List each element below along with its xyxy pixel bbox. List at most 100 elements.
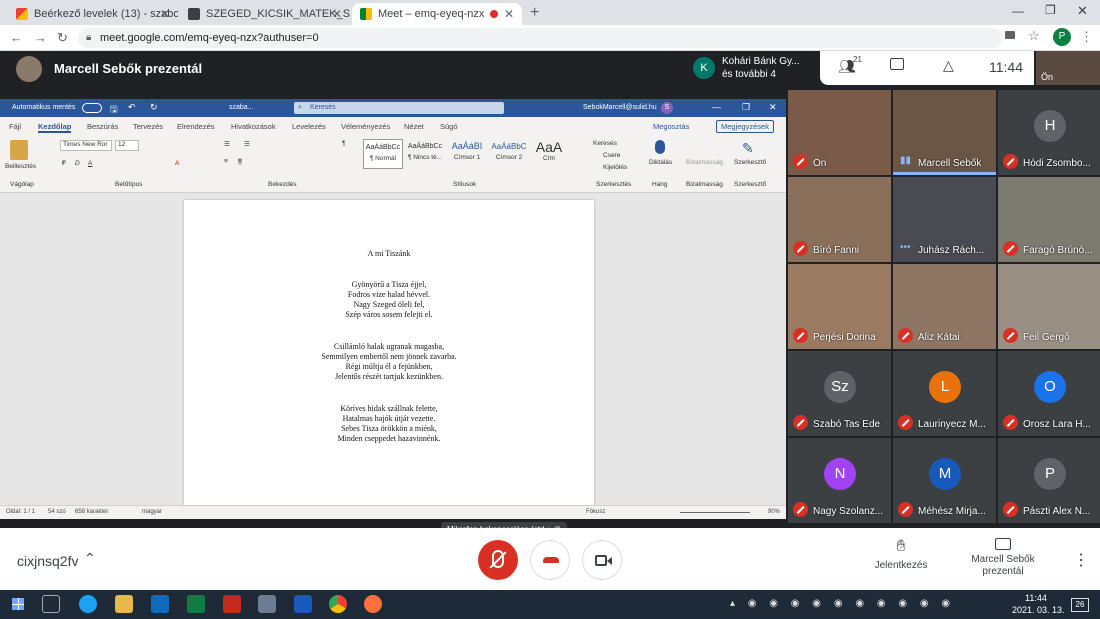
undo-icon[interactable]: ↶ bbox=[128, 102, 136, 113]
replace-button[interactable]: Csere bbox=[603, 152, 620, 159]
zoom-level[interactable]: 90% bbox=[768, 509, 780, 515]
show-marks-icon[interactable]: ¶ bbox=[342, 140, 346, 147]
tile-participant[interactable]: Perjési Dorina bbox=[788, 264, 891, 349]
back-button[interactable]: ← bbox=[10, 30, 23, 45]
tab-gmail[interactable]: Beérkező levelek (13) - szabone... ✕ bbox=[8, 3, 178, 25]
pinned-participant[interactable]: K Kohári Bánk Gy... és további 4 bbox=[688, 51, 818, 87]
tile-presenter[interactable]: ▮▮ Marcell Sebők bbox=[893, 90, 996, 175]
tab-layout[interactable]: Elrendezés bbox=[177, 122, 215, 131]
browser-menu-icon[interactable]: ⋮ bbox=[1080, 29, 1093, 45]
tile-participant[interactable]: N Nagy Szolanz... bbox=[788, 438, 891, 523]
tab-insert[interactable]: Beszúrás bbox=[87, 122, 118, 131]
paste-label[interactable]: Beillesztés bbox=[5, 163, 36, 170]
tile-participant[interactable]: L Laurinyecz M... bbox=[893, 351, 996, 436]
restore-button[interactable]: ❐ bbox=[742, 102, 750, 113]
tile-participant[interactable]: Faragó Brúnó... bbox=[998, 177, 1100, 262]
tile-participant[interactable]: P Pászti Alex N... bbox=[998, 438, 1100, 523]
minimize-button[interactable]: — bbox=[712, 102, 721, 112]
tile-participant[interactable]: O Orosz Lara H... bbox=[998, 351, 1100, 436]
close-icon[interactable]: ✕ bbox=[160, 7, 170, 21]
paste-icon[interactable] bbox=[10, 140, 28, 160]
tile-participant[interactable]: Aliz Kátai bbox=[893, 264, 996, 349]
editor-label[interactable]: Szerkesztő bbox=[734, 159, 766, 166]
app-icon[interactable] bbox=[223, 595, 241, 613]
mic-toggle-button[interactable] bbox=[478, 540, 518, 580]
leave-call-button[interactable] bbox=[530, 540, 570, 580]
sensitivity-label[interactable]: Bizalmasság bbox=[686, 159, 723, 166]
share-button[interactable]: Megosztás bbox=[653, 122, 689, 131]
find-button[interactable]: Keresés bbox=[593, 140, 617, 147]
close-icon[interactable]: ✕ bbox=[504, 7, 514, 21]
file-explorer-icon[interactable] bbox=[115, 595, 133, 613]
font-color-button[interactable]: A bbox=[175, 160, 179, 167]
font-size-field[interactable]: 12 bbox=[115, 140, 139, 151]
chevron-up-icon[interactable]: ⌃ bbox=[84, 550, 96, 567]
forward-button[interactable]: → bbox=[34, 30, 47, 45]
close-button[interactable]: ✕ bbox=[769, 102, 777, 113]
profile-avatar[interactable]: P bbox=[1053, 28, 1071, 46]
chat-icon[interactable] bbox=[890, 58, 904, 70]
align-center-icon[interactable]: ≡ bbox=[238, 158, 242, 165]
user-avatar[interactable]: S bbox=[661, 102, 673, 114]
more-options-icon[interactable]: ⋮ bbox=[1073, 550, 1089, 570]
editor-icon[interactable]: ✎ bbox=[742, 140, 754, 157]
file-name[interactable]: szaba... bbox=[229, 104, 254, 111]
minimize-button[interactable]: — bbox=[1012, 4, 1024, 18]
new-tab-button[interactable]: + bbox=[530, 4, 539, 22]
firefox-icon[interactable] bbox=[364, 595, 382, 613]
tile-participant[interactable]: Feil Gergő bbox=[998, 264, 1100, 349]
system-tray-icons[interactable]: ▴ ◉ ◉ ◉ ◉ ◉ ◉ ◉ ◉ ◉ ◉ bbox=[730, 598, 980, 610]
raise-hand-button[interactable]: ✋︎ Jelentkezés bbox=[866, 538, 936, 582]
tray-time[interactable]: 11:44 bbox=[1025, 593, 1047, 603]
window-close-button[interactable]: ✕ bbox=[1077, 3, 1088, 19]
dictate-icon[interactable] bbox=[655, 140, 665, 154]
tile-participant[interactable]: M Méhész Mirja... bbox=[893, 438, 996, 523]
zoom-slider[interactable] bbox=[680, 512, 750, 513]
task-view-icon[interactable] bbox=[42, 595, 60, 613]
font-name-field[interactable]: Times New Ror bbox=[60, 140, 112, 151]
numbering-icon[interactable]: ☰ bbox=[244, 140, 250, 148]
style-no-spacing[interactable]: AaÁáBbCc ¶ Nincs té... bbox=[405, 139, 445, 169]
notification-badge[interactable]: 26 bbox=[1071, 598, 1089, 612]
word-search-box[interactable]: ⌕ Keresés bbox=[294, 102, 504, 114]
camera-toggle-button[interactable] bbox=[582, 540, 622, 580]
save-icon[interactable]: 🖫 bbox=[110, 102, 118, 118]
tab-view[interactable]: Nézet bbox=[404, 122, 424, 131]
url-bar[interactable]: 🔒︎ meet.google.com/emq-eyeq-nzx?authuser… bbox=[78, 28, 1003, 48]
tile-participant[interactable]: Bíró Fanni bbox=[788, 177, 891, 262]
edge-icon[interactable] bbox=[79, 595, 97, 613]
align-left-icon[interactable]: ≡ bbox=[224, 158, 228, 165]
calculator-icon[interactable] bbox=[258, 595, 276, 613]
italic-button[interactable]: D bbox=[75, 160, 80, 167]
camera-indicator-icon[interactable] bbox=[1005, 31, 1015, 39]
autosave-toggle[interactable] bbox=[82, 103, 102, 113]
tray-date[interactable]: 2021. 03. 13. bbox=[1012, 605, 1065, 615]
style-title[interactable]: AaA Cím bbox=[531, 139, 567, 169]
style-heading2[interactable]: AaÁáBbC Címsor 2 bbox=[489, 139, 529, 169]
bold-button[interactable]: F bbox=[62, 160, 66, 167]
select-button[interactable]: Kijelölés bbox=[603, 164, 627, 171]
windows-start-icon[interactable] bbox=[12, 598, 24, 610]
meeting-code[interactable]: cixjnsq2fv bbox=[17, 553, 78, 569]
tile-participant[interactable]: Sz Szabó Tas Ede bbox=[788, 351, 891, 436]
reload-button[interactable]: ↻ bbox=[57, 30, 68, 46]
present-button[interactable]: Marcell Sebők prezentál bbox=[958, 536, 1048, 584]
tile-participant[interactable]: ••• Juhász Rách... bbox=[893, 177, 996, 262]
tab-docs[interactable]: SZEGED_KICSIK_MATEK_SZ3_202... ✕ bbox=[180, 3, 350, 25]
restore-button[interactable]: ❐ bbox=[1045, 3, 1056, 17]
tab-mailings[interactable]: Levelezés bbox=[292, 122, 326, 131]
tab-help[interactable]: Súgó bbox=[440, 122, 458, 131]
excel-icon[interactable] bbox=[187, 595, 205, 613]
tab-references[interactable]: Hivatkozások bbox=[231, 122, 276, 131]
document-page[interactable]: A mi Tiszánk Gyönyörű a Tisza éjjel, Fod… bbox=[184, 200, 594, 519]
comments-button[interactable]: Megjegyzések bbox=[716, 120, 774, 133]
style-normal[interactable]: AaÁáBbCc ¶ Normál bbox=[363, 139, 403, 169]
outlook-icon[interactable] bbox=[151, 595, 169, 613]
tab-meet[interactable]: Meet – emq-eyeq-nzx ✕ bbox=[352, 3, 522, 25]
tab-home[interactable]: Kezdőlap bbox=[38, 122, 72, 133]
bullets-icon[interactable]: ☰ bbox=[224, 140, 230, 148]
bookmark-star-icon[interactable]: ☆ bbox=[1028, 28, 1040, 44]
chrome-icon[interactable] bbox=[329, 595, 347, 613]
focus-mode[interactable]: Fókusz bbox=[586, 509, 605, 515]
close-icon[interactable]: ✕ bbox=[332, 7, 342, 21]
